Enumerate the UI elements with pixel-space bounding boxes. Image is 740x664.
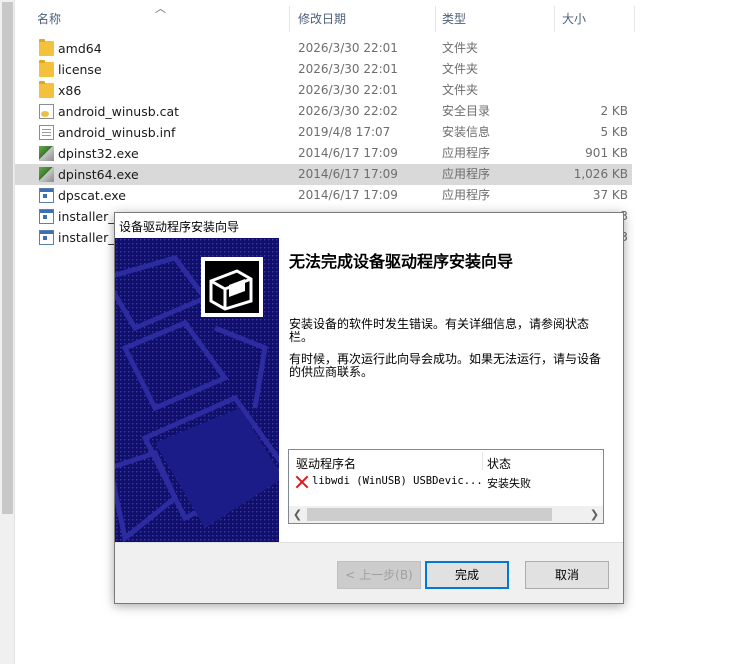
scrollbar-thumb[interactable]	[2, 2, 13, 514]
file-type: 应用程序	[442, 167, 491, 181]
column-status[interactable]: 状态	[487, 455, 511, 472]
file-row[interactable]: x86 2026/3/30 22:01 文件夹	[15, 80, 632, 101]
column-header: ︿ 名称 修改日期 类型 大小	[15, 0, 635, 36]
file-date: 2026/3/30 22:02	[298, 104, 398, 118]
column-date[interactable]: 修改日期	[298, 0, 346, 36]
file-type: 文件夹	[442, 62, 479, 76]
file-date: 2019/4/8 17:07	[298, 125, 391, 139]
file-date: 2026/3/30 22:01	[298, 41, 398, 55]
file-size: 5 KB	[600, 125, 628, 139]
list-header: 驱动程序名 状态	[289, 450, 603, 472]
column-size[interactable]: 大小	[562, 0, 586, 36]
file-row[interactable]: android_winusb.cat 2026/3/30 22:02 安全目录 …	[15, 101, 632, 122]
column-divider[interactable]	[554, 6, 555, 32]
file-size	[555, 38, 628, 59]
column-divider[interactable]	[289, 6, 290, 32]
folder-icon	[39, 81, 54, 98]
setup-exe-icon	[39, 167, 54, 182]
file-name: android_winusb.cat	[58, 104, 180, 119]
file-row[interactable]: dpscat.exe 2014/6/17 17:09 应用程序 37 KB	[15, 185, 632, 206]
catalog-icon	[39, 104, 54, 119]
file-size: 2 KB	[600, 104, 628, 118]
file-date: 2014/6/17 17:09	[298, 188, 398, 202]
driver-status: 安装失败	[487, 477, 531, 490]
setup-exe-icon	[39, 146, 54, 161]
retry-hint: 有时候，再次运行此向导会成功。如果无法运行，请与设备的供应商联系。	[289, 352, 602, 379]
file-size	[555, 59, 628, 80]
list-item[interactable]: libwdi (WinUSB) USBDevic... 安装失败	[289, 474, 603, 492]
file-size: 37 KB	[592, 188, 628, 202]
file-name: android_winusb.inf	[58, 125, 176, 140]
scrollbar-thumb[interactable]	[307, 508, 552, 521]
folder-icon	[39, 60, 54, 77]
column-driver-name[interactable]: 驱动程序名	[296, 455, 356, 472]
wizard-banner-image	[115, 238, 279, 542]
sort-up-icon: ︿	[155, 2, 166, 15]
file-name: license	[58, 62, 102, 77]
file-row-selected[interactable]: dpinst64.exe 2014/6/17 17:09 应用程序 1,026 …	[15, 164, 632, 185]
file-type: 文件夹	[442, 83, 479, 97]
file-date: 2014/6/17 17:09	[298, 167, 398, 181]
wizard-heading: 无法完成设备驱动程序安装向导	[289, 252, 514, 271]
device-logo-icon	[201, 257, 263, 317]
file-size	[555, 80, 628, 101]
horizontal-scrollbar[interactable]: ❮ ❯	[289, 506, 603, 523]
file-row[interactable]: amd64 2026/3/30 22:01 文件夹	[15, 38, 632, 59]
error-x-icon	[295, 475, 309, 489]
folder-icon	[39, 39, 54, 56]
error-message: 安装设备的软件时发生错误。有关详细信息，请参阅状态栏。	[289, 317, 590, 344]
file-date: 2014/6/17 17:09	[298, 146, 398, 160]
file-name: amd64	[58, 41, 102, 56]
file-type: 应用程序	[442, 188, 491, 202]
file-date: 2026/3/30 22:01	[298, 62, 398, 76]
file-date: 2026/3/30 22:01	[298, 83, 398, 97]
column-divider[interactable]	[634, 6, 635, 32]
dialog-title-bar[interactable]: 设备驱动程序安装向导	[115, 213, 623, 238]
scroll-right-icon[interactable]: ❯	[586, 506, 603, 523]
file-type: 文件夹	[442, 41, 479, 55]
dialog-divider	[115, 542, 623, 543]
dialog-title: 设备驱动程序安装向导	[119, 220, 240, 234]
left-scrollbar[interactable]	[0, 0, 15, 664]
column-name[interactable]: 名称	[37, 0, 61, 36]
scroll-left-icon[interactable]: ❮	[289, 506, 306, 523]
back-button[interactable]: < 上一步(B)	[337, 561, 421, 589]
exe-icon	[39, 230, 54, 245]
file-name: dpinst32.exe	[58, 146, 139, 161]
file-name: dpscat.exe	[58, 188, 126, 203]
file-row[interactable]: android_winusb.inf 2019/4/8 17:07 安装信息 5…	[15, 122, 632, 143]
inf-file-icon	[39, 125, 54, 140]
list-column-divider[interactable]	[482, 452, 483, 470]
file-size: 1,026 KB	[573, 167, 628, 181]
driver-name: libwdi (WinUSB) USBDevic...	[312, 475, 483, 487]
exe-icon	[39, 188, 54, 203]
file-row[interactable]: dpinst32.exe 2014/6/17 17:09 应用程序 901 KB	[15, 143, 632, 164]
file-type: 安全目录	[442, 104, 491, 118]
file-row[interactable]: license 2026/3/30 22:01 文件夹	[15, 59, 632, 80]
driver-status-list[interactable]: 驱动程序名 状态 libwdi (WinUSB) USBDevic... 安装失…	[288, 449, 604, 524]
driver-wizard-dialog: 设备驱动程序安装向导 无法完成设备驱动程序安装向导 安装设备的软件时发生错误。有…	[114, 212, 624, 604]
column-divider[interactable]	[435, 6, 436, 32]
file-name: dpinst64.exe	[58, 167, 139, 182]
file-type: 安装信息	[442, 125, 491, 139]
column-type[interactable]: 类型	[442, 0, 466, 36]
dialog-body: 无法完成设备驱动程序安装向导 安装设备的软件时发生错误。有关详细信息，请参阅状态…	[115, 238, 623, 542]
file-name: x86	[58, 83, 82, 98]
file-type: 应用程序	[442, 146, 491, 160]
cancel-button[interactable]: 取消	[525, 561, 609, 589]
finish-button[interactable]: 完成	[425, 561, 509, 589]
exe-icon	[39, 209, 54, 224]
file-size: 901 KB	[585, 146, 628, 160]
